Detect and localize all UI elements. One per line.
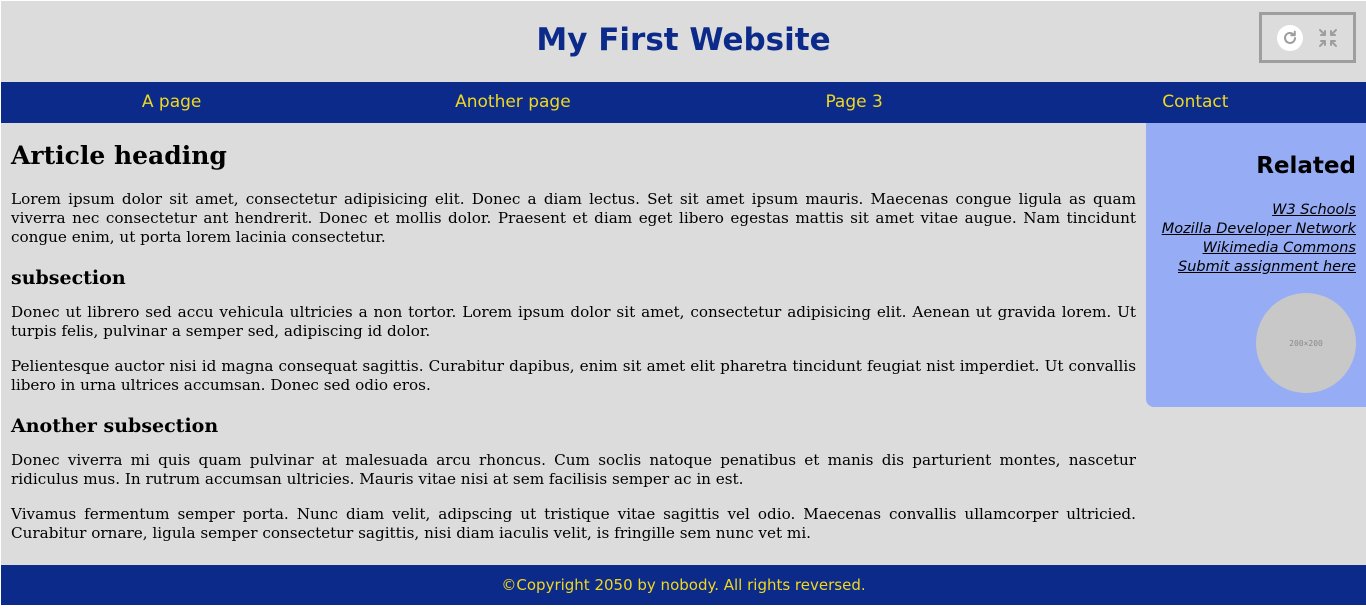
- related-link-item: W3 Schools: [1162, 201, 1356, 220]
- nav-link-a-page[interactable]: A page: [1, 82, 342, 123]
- nav-link-page-3[interactable]: Page 3: [684, 82, 1025, 123]
- site-header: My First Website: [1, 1, 1366, 82]
- nav-link-contact[interactable]: Contact: [1025, 82, 1366, 123]
- placeholder-image-label: 200×200: [1289, 338, 1323, 348]
- related-links: W3 Schools Mozilla Developer Network Wik…: [1162, 201, 1356, 277]
- article: Article heading Lorem ipsum dolor sit am…: [11, 139, 1136, 559]
- related-link-item: Wikimedia Commons: [1162, 239, 1356, 258]
- related-link-w3-schools[interactable]: W3 Schools: [1272, 202, 1356, 218]
- related-link-item: Submit assignment here: [1162, 258, 1356, 277]
- article-paragraph: Vivamus fermentum semper porta. Nunc dia…: [11, 505, 1136, 542]
- article-paragraph: Donec viverra mi quis quam pulvinar at m…: [11, 451, 1136, 488]
- related-link-item: Mozilla Developer Network: [1162, 220, 1356, 239]
- another-subsection-heading: Another subsection: [11, 415, 219, 437]
- related-link-mdn[interactable]: Mozilla Developer Network: [1162, 221, 1356, 237]
- main-nav: A page Another page Page 3 Contact: [1, 82, 1366, 123]
- site-title: My First Website: [536, 22, 831, 58]
- related-link-wikimedia[interactable]: Wikimedia Commons: [1203, 240, 1356, 256]
- article-paragraph: Lorem ipsum dolor sit amet, consectetur …: [11, 190, 1136, 246]
- related-link-submit-assignment[interactable]: Submit assignment here: [1178, 259, 1356, 275]
- collapse-icon: [1319, 29, 1337, 47]
- related-heading: Related: [1256, 153, 1356, 179]
- article-paragraph: Pelientesque auctor nisi id magna conseq…: [11, 357, 1136, 394]
- article-paragraph: Donec ut librero sed accu vehicula ultri…: [11, 303, 1136, 340]
- placeholder-image: 200×200: [1256, 293, 1356, 393]
- copyright-text: ©Copyright 2050 by nobody. All rights re…: [501, 576, 866, 594]
- reload-icon: [1284, 30, 1296, 44]
- reload-button[interactable]: [1277, 25, 1303, 51]
- collapse-button[interactable]: [1317, 27, 1339, 49]
- page-frame: My First Website A page Another page Pag…: [1, 1, 1366, 605]
- nav-link-another-page[interactable]: Another page: [342, 82, 683, 123]
- site-footer: ©Copyright 2050 by nobody. All rights re…: [1, 565, 1366, 605]
- article-heading: Article heading: [11, 141, 227, 170]
- subsection-heading: subsection: [11, 267, 126, 289]
- related-sidebar: Related W3 Schools Mozilla Developer Net…: [1146, 123, 1366, 407]
- window-controls: [1259, 12, 1356, 63]
